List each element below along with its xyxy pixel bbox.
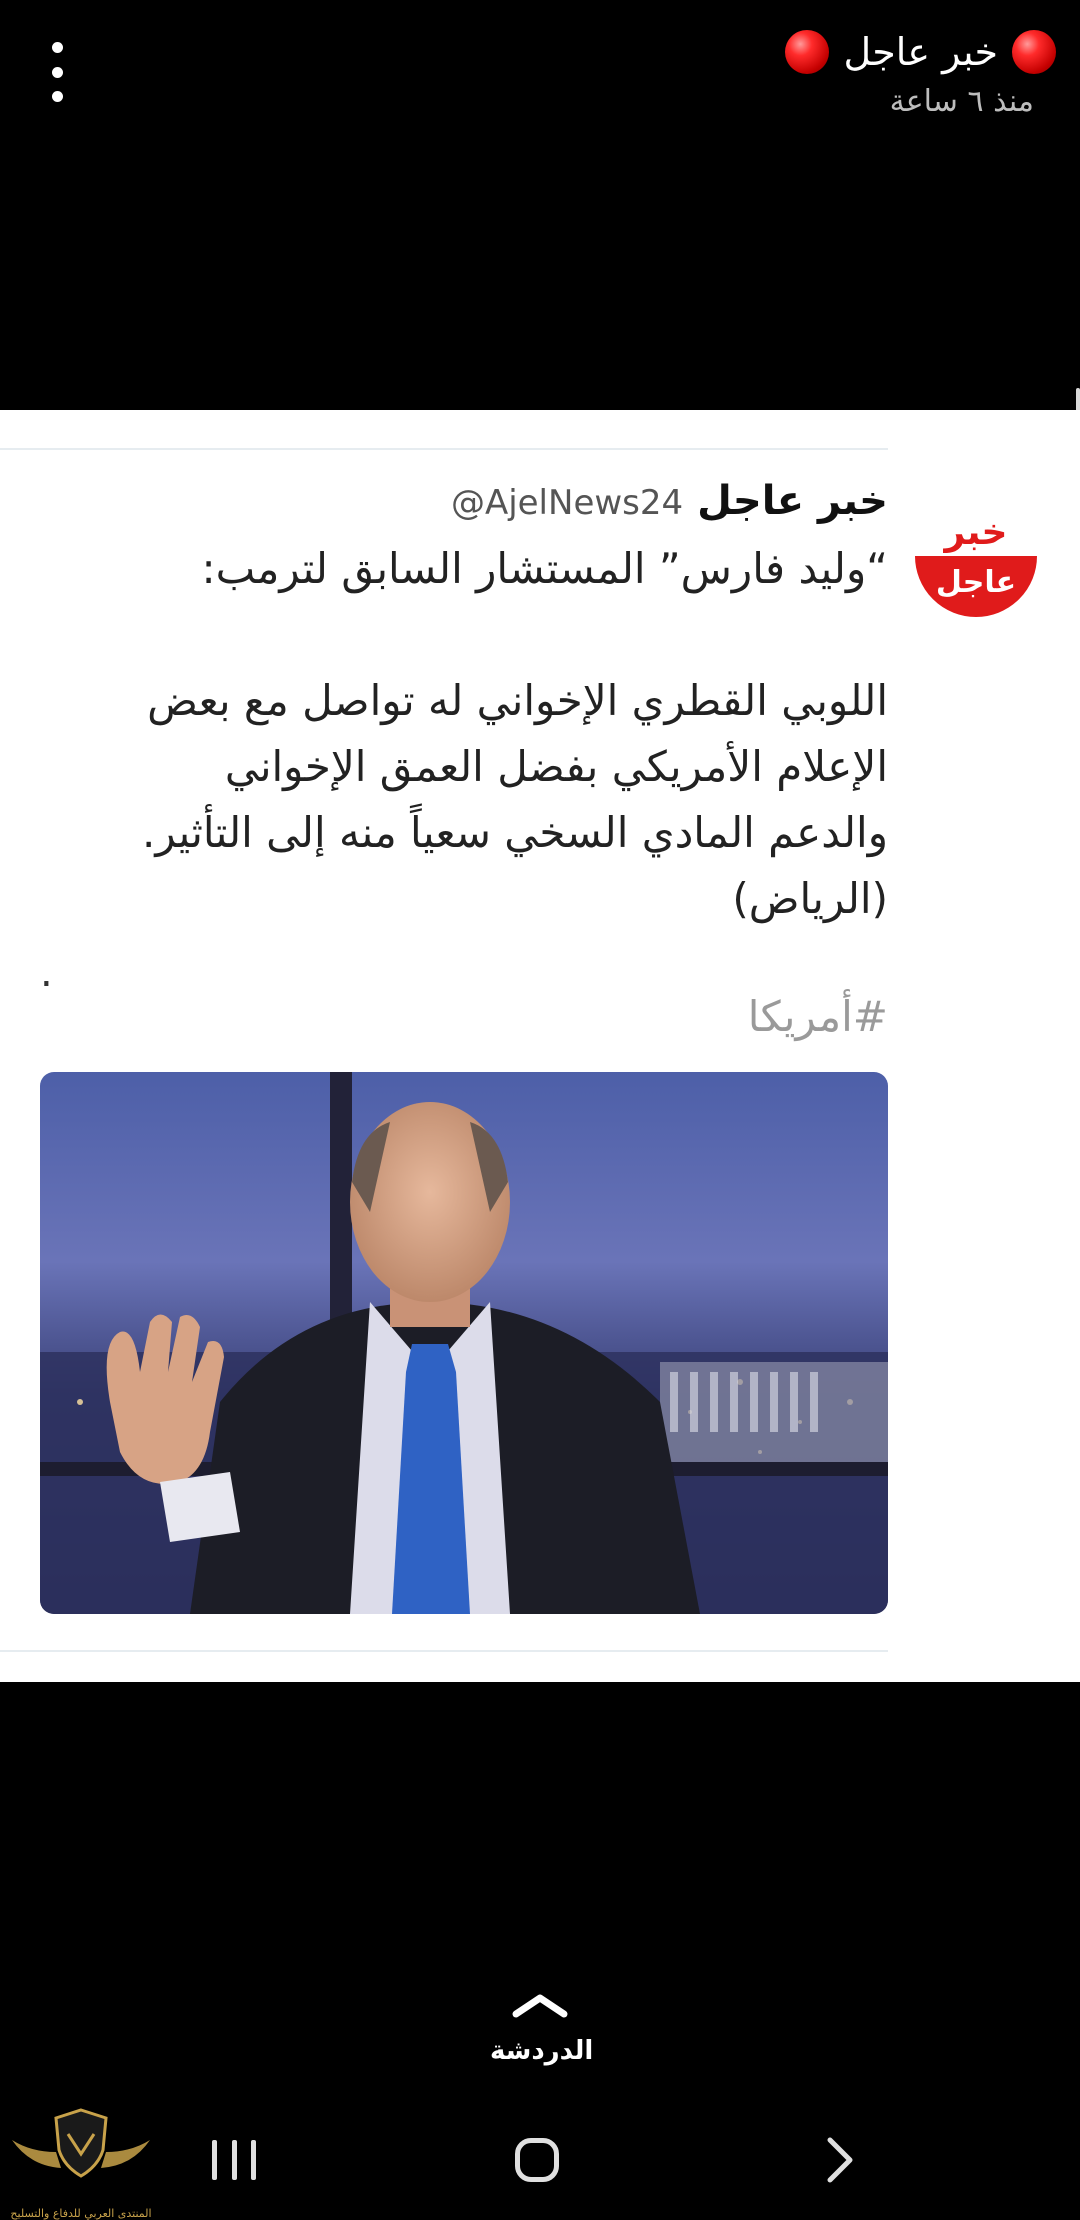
chevron-up-icon [512,1994,568,2018]
tweet-line: اللوبي القطري الإخواني له تواصل مع بعض [147,676,888,725]
chat-swipe-up[interactable]: الدردشة [490,1990,594,2080]
chat-label: الدردشة [490,2036,594,2066]
tweet-line: والدعم المادي السخي سعياً منه إلى التأثي… [142,808,888,857]
card-divider-top [0,448,888,450]
menu-dot [51,42,63,53]
card-divider-bottom [0,1650,888,1652]
avatar-text-bottom: عاجل [936,565,1016,600]
tweet-text: “وليد فارس” المستشار السابق لترمب: اللوب… [48,536,888,932]
account-avatar[interactable]: خبر عاجل [912,496,1040,624]
back-icon[interactable] [820,2134,860,2186]
system-navigation-bar [0,2110,1080,2220]
forum-watermark: المنتدى العربي للدفاع والتسليح [6,2104,156,2220]
story-timestamp: منذ ٦ ساعة [889,84,1034,119]
avatar-text-top: خبر [942,512,1007,553]
red-circle-icon [785,30,830,74]
story-title-row: خبر عاجل [785,30,1056,74]
story-header[interactable]: خبر عاجل منذ ٦ ساعة [636,24,1056,134]
tweet-card: خبر عاجل خبر عاجل @AjelNews24 “وليد فارس… [0,410,1080,1682]
tweet-line: الإعلام الأمريكي بفضل العمق الإخواني [224,742,888,791]
hashtag-link[interactable]: #أمريكا [748,992,888,1041]
tweet-line: “وليد فارس” المستشار السابق لترمب: [201,544,888,593]
account-handle: @AjelNews24 [450,483,684,523]
shield-logo-icon [12,2108,150,2178]
tweet-photo[interactable] [40,1072,888,1614]
watermark-text: المنتدى العربي للدفاع والتسليح [10,2207,152,2220]
more-options-icon[interactable] [42,42,72,102]
home-icon[interactable] [515,2138,559,2182]
recent-apps-icon[interactable] [212,2140,256,2180]
menu-dot [51,91,63,102]
account-name: خبر عاجل [697,478,888,524]
menu-dot [51,66,63,78]
story-title: خبر عاجل [843,30,998,74]
tweet-line: (الرياض) [732,874,888,923]
red-circle-icon [1012,30,1056,74]
tweet-header[interactable]: خبر عاجل @AjelNews24 [451,478,888,524]
tweet-dot: . [40,950,53,996]
